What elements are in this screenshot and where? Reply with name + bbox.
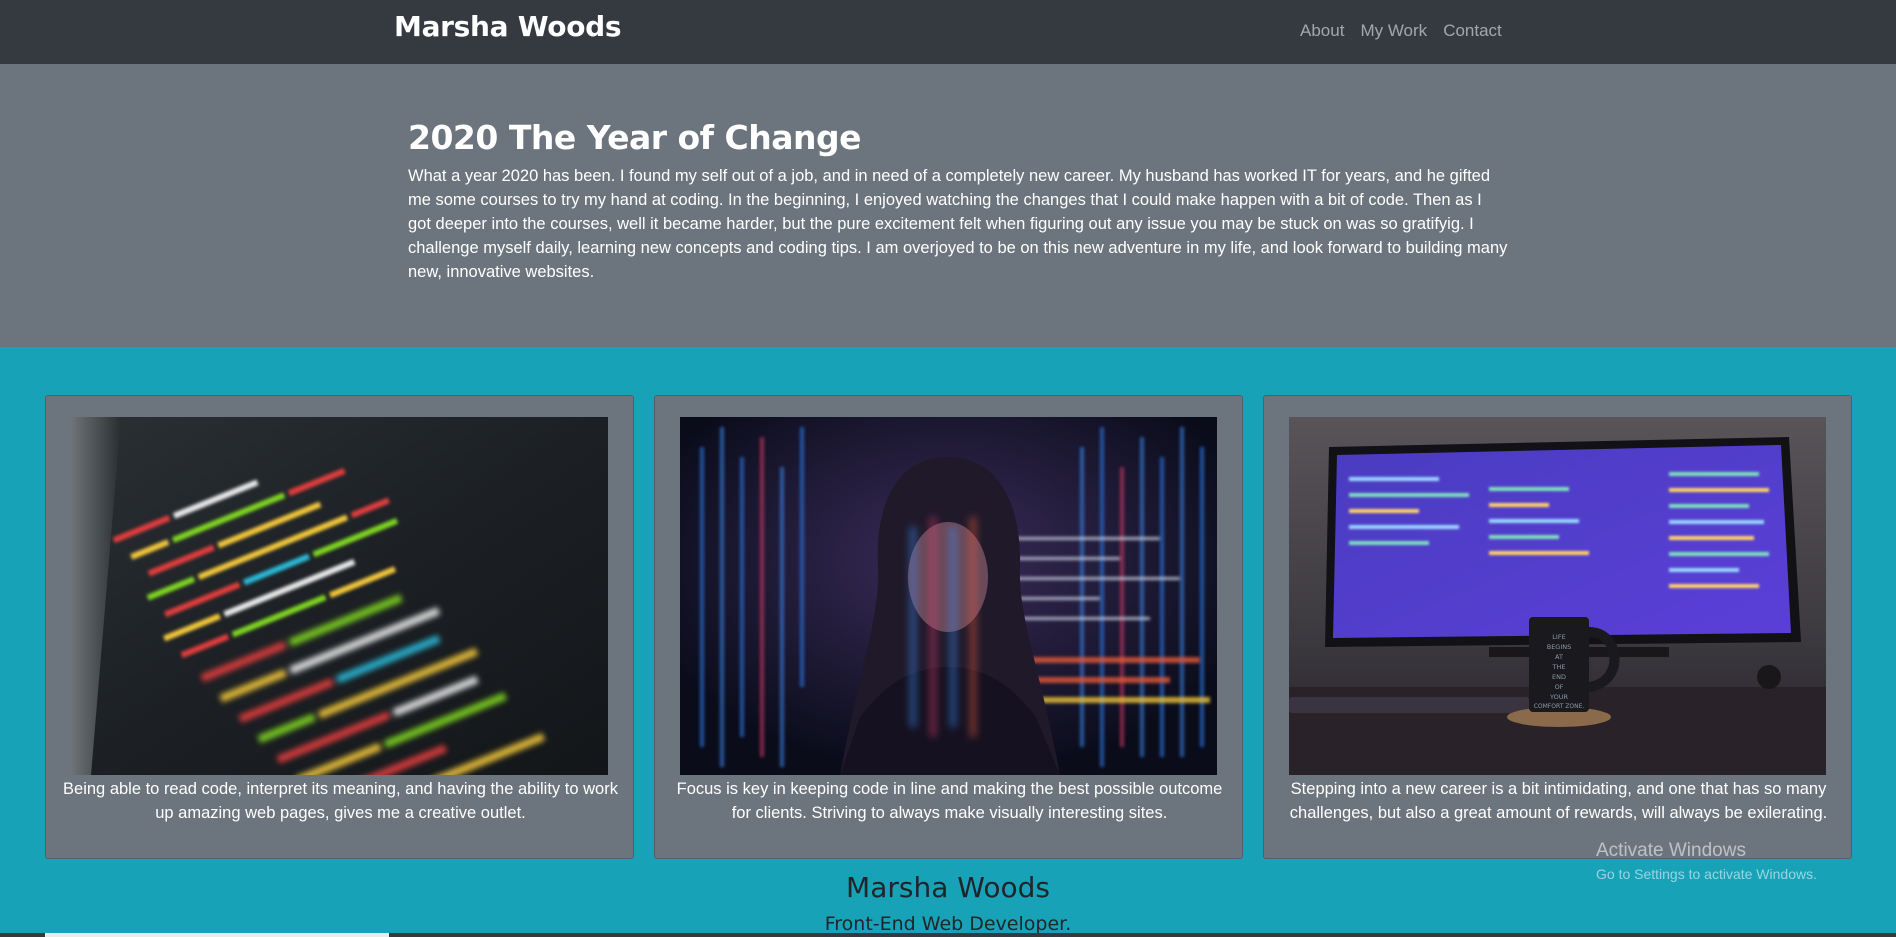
nav-link-contact[interactable]: Contact — [1443, 21, 1502, 41]
footer-name: Marsha Woods — [846, 871, 1050, 904]
work-card-3: LIFE BEGINS AT THE END OF YOUR COMFORT Z… — [1263, 395, 1852, 859]
svg-text:LIFE: LIFE — [1552, 633, 1565, 641]
svg-text:THE: THE — [1552, 663, 1566, 671]
hero-title: 2020 The Year of Change — [408, 118, 861, 157]
card-caption-2: Focus is key in keeping code in line and… — [676, 780, 1223, 822]
activate-windows-title: Activate Windows — [1596, 840, 1746, 861]
monitor-and-mug-photo: LIFE BEGINS AT THE END OF YOUR COMFORT Z… — [1289, 417, 1826, 775]
work-card-1: Being able to read code, interpret its m… — [45, 395, 634, 859]
nav-link-about[interactable]: About — [1300, 21, 1344, 41]
brand-name[interactable]: Marsha Woods — [394, 10, 622, 43]
code-editor-photo — [71, 417, 608, 775]
hero-text: What a year 2020 has been. I found my se… — [408, 167, 1508, 281]
svg-text:OF: OF — [1555, 683, 1564, 691]
card-caption-1: Being able to read code, interpret its m… — [63, 780, 618, 822]
hero-section: 2020 The Year of Change What a year 2020… — [0, 64, 1896, 347]
footer-role: Front-End Web Developer. — [824, 913, 1072, 935]
svg-text:COMFORT ZONE.: COMFORT ZONE. — [1534, 703, 1585, 710]
work-card-2: Focus is key in keeping code in line and… — [654, 395, 1243, 859]
nav-link-my-work[interactable]: My Work — [1360, 21, 1427, 41]
svg-text:AT: AT — [1555, 653, 1563, 661]
svg-text:BEGINS: BEGINS — [1547, 643, 1572, 651]
navbar: Marsha Woods About My Work Contact — [0, 0, 1896, 64]
projected-code-portrait-photo — [680, 417, 1217, 775]
svg-text:YOUR: YOUR — [1549, 693, 1568, 701]
card-caption-3: Stepping into a new career is a bit inti… — [1289, 780, 1828, 822]
svg-text:END: END — [1552, 673, 1566, 681]
bottom-bar-highlight — [45, 933, 389, 937]
nav-links: About My Work Contact — [1300, 21, 1502, 41]
